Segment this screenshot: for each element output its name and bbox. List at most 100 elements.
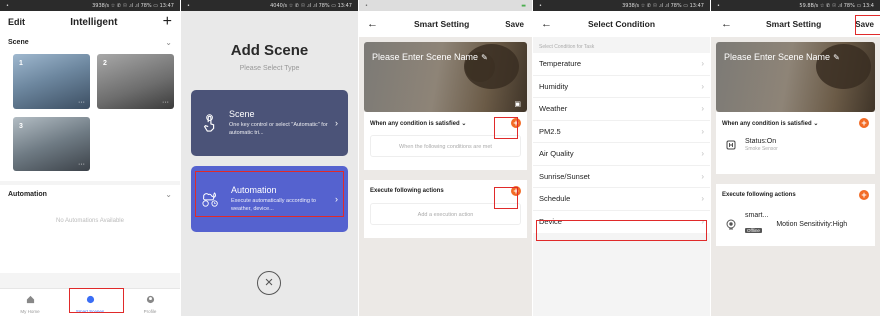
condition-item[interactable]: Status:On Smoke Sensor [722,138,869,152]
scene-card-number: 2 [103,60,107,67]
add-scene-title: Add Scene [230,42,309,59]
more-icon[interactable]: ··· [78,161,85,168]
action-item[interactable]: smart... Offline Motion Sensitivity:High [722,212,869,237]
scene-header: Scene [8,38,29,46]
status-left: • [187,2,190,9]
status-right: 59.8B/s ☆ ✆ ☉ .ıl 78% ▭ 13:4 [799,2,874,9]
chevron-down-icon: ⌄ [461,120,467,127]
status-right: 3938/s ☆ ✆ ☉ .ıl .ıl 78% ▭ 13:47 [92,2,174,9]
actions-label: Execute following actions [722,192,796,198]
actions-label: Execute following actions [370,188,444,194]
more-icon[interactable]: ··· [78,99,85,106]
status-bar: • ▬ [359,0,532,11]
condition-item-label: Air Quality [539,149,574,159]
actions-section: Execute following actions + smart... Off… [716,184,875,246]
status-left: • [717,2,720,9]
no-automation-text: No Automations Available [56,218,124,224]
close-button[interactable]: × [257,271,281,295]
scene-type-title: Scene [229,109,255,120]
chevron-right-icon: › [701,194,704,204]
condition-item-sunrise-sunset[interactable]: Sunrise/Sunset › [533,166,710,188]
plug-icon [726,140,736,150]
panel-smart-setting-empty: • ▬ ← Smart Setting Save Please Enter Sc… [359,0,532,316]
nav-my-home[interactable]: My Home [5,291,55,314]
scene-cover[interactable]: Please Enter Scene Name ✎ [716,42,875,112]
add-action-button[interactable]: + [859,190,869,200]
scene-name-placeholder: Please Enter Scene Name [724,52,831,62]
automation-section-header[interactable]: Automation ⌄ [0,185,180,203]
condition-item-label: Temperature [539,59,582,69]
condition-item-label: PM2.5 [539,126,561,136]
home-icon [26,295,34,304]
back-button[interactable]: ← [721,18,732,30]
scene-card-number: 1 [19,60,23,67]
condition-item-pm25[interactable]: PM2.5 › [533,121,710,143]
highlight-box [855,15,880,35]
add-button[interactable]: + [163,14,172,30]
status-left: • [6,2,9,9]
panel-smart-setting-filled: • 59.8B/s ☆ ✆ ☉ .ıl 78% ▭ 13:4 ← Smart S… [711,0,880,316]
scene-type-desc: One key control or select "Automatic" fo… [229,122,328,136]
scene-type-card[interactable]: Scene One key control or select "Automat… [191,90,348,156]
automation-header: Automation [8,190,47,198]
condition-label[interactable]: When any condition is satisfied ⌄ [722,120,818,127]
panel-add-scene: • 4040/s ☆ ✆ ☉ .ıl .ıl 78% ▭ 13:47 Add S… [181,0,358,316]
scene-cover[interactable]: Please Enter Scene Name ✎ ▣ [364,42,527,112]
scene-card-2[interactable]: 2 ··· [97,54,174,109]
highlight-box [536,220,707,241]
image-icon[interactable]: ▣ [514,100,521,108]
condition-item-temperature[interactable]: Temperature › [533,53,710,76]
condition-item-label: Schedule [539,194,571,204]
chevron-down-icon[interactable]: ⌄ [165,190,172,199]
chevron-right-icon: › [701,126,704,136]
scene-name-input[interactable]: Please Enter Scene Name ✎ [724,52,840,62]
scene-card-1[interactable]: 1 ··· [13,54,90,109]
top-bar: ← Smart Setting Save [359,11,532,37]
status-bar: • 59.8B/s ☆ ✆ ☉ .ıl 78% ▭ 13:4 [711,0,880,11]
status-bar: • 4040/s ☆ ✆ ☉ .ıl .ıl 78% ▭ 13:47 [181,0,358,11]
condition-item-schedule[interactable]: Schedule › [533,188,710,211]
section-label: Select Condition for Task [539,44,595,50]
edit-button[interactable]: Edit [8,17,25,27]
chevron-down-icon: ⌄ [813,120,819,127]
panel-intelligent: • 3938/s ☆ ✆ ☉ .ıl .ıl 78% ▭ 13:47 Edit … [0,0,180,316]
scene-grid: 1 ··· 2 ··· 3 ··· [0,51,180,181]
scene-card-3[interactable]: 3 ··· [13,117,90,171]
scene-section-header[interactable]: Scene ⌄ [0,33,180,51]
condition-header: When any condition is satisfied ⌄ + [722,118,869,128]
back-button[interactable]: ← [541,18,552,30]
offline-badge: Offline [745,228,762,233]
condition-label[interactable]: When any condition is satisfied ⌄ [370,120,466,127]
add-condition-button[interactable]: + [859,118,869,128]
panel-select-condition: • 3938/s ☆ ✆ ☉ .ıl .ıl 78% ▭ 13:47 ← Sel… [533,0,710,316]
scene-name-input[interactable]: Please Enter Scene Name ✎ [372,52,488,62]
condition-item-weather[interactable]: Weather › [533,98,710,121]
chevron-right-icon: › [701,104,704,114]
condition-item-humidity[interactable]: Humidity › [533,76,710,98]
edit-pencil-icon: ✎ [833,52,840,62]
actions-header: Execute following actions + [722,190,869,200]
condition-label-text: When any condition is satisfied [722,120,812,127]
motion-sensor-icon [726,219,736,229]
nav-profile[interactable]: Profile [125,291,175,314]
status-right: 4040/s ☆ ✆ ☉ .ıl .ıl 78% ▭ 13:47 [270,2,352,9]
tree-image [816,44,871,89]
chevron-right-icon: › [701,171,704,181]
condition-section: When any condition is satisfied ⌄ + Stat… [716,112,875,174]
chevron-down-icon[interactable]: ⌄ [165,38,172,47]
top-bar: ← Select Condition [533,11,710,37]
more-icon[interactable]: ··· [162,99,169,106]
condition-item-sub: Smoke Sensor [745,146,778,152]
action-item-device: smart... Offline [745,212,768,237]
status-left: • [539,2,542,9]
back-button[interactable]: ← [367,18,378,30]
add-scene-subtitle: Please Select Type [239,65,300,72]
condition-item-label: Weather [539,104,568,114]
action-placeholder: Add a execution action [417,212,474,218]
highlight-box [494,187,518,209]
status-bar: • 3938/s ☆ ✆ ☉ .ıl .ıl 78% ▭ 13:47 [533,0,710,11]
condition-item-air-quality[interactable]: Air Quality › [533,143,710,166]
save-button[interactable]: Save [505,20,524,29]
condition-placeholder: When the following conditions are met [399,144,492,150]
chevron-right-icon: › [701,59,704,69]
